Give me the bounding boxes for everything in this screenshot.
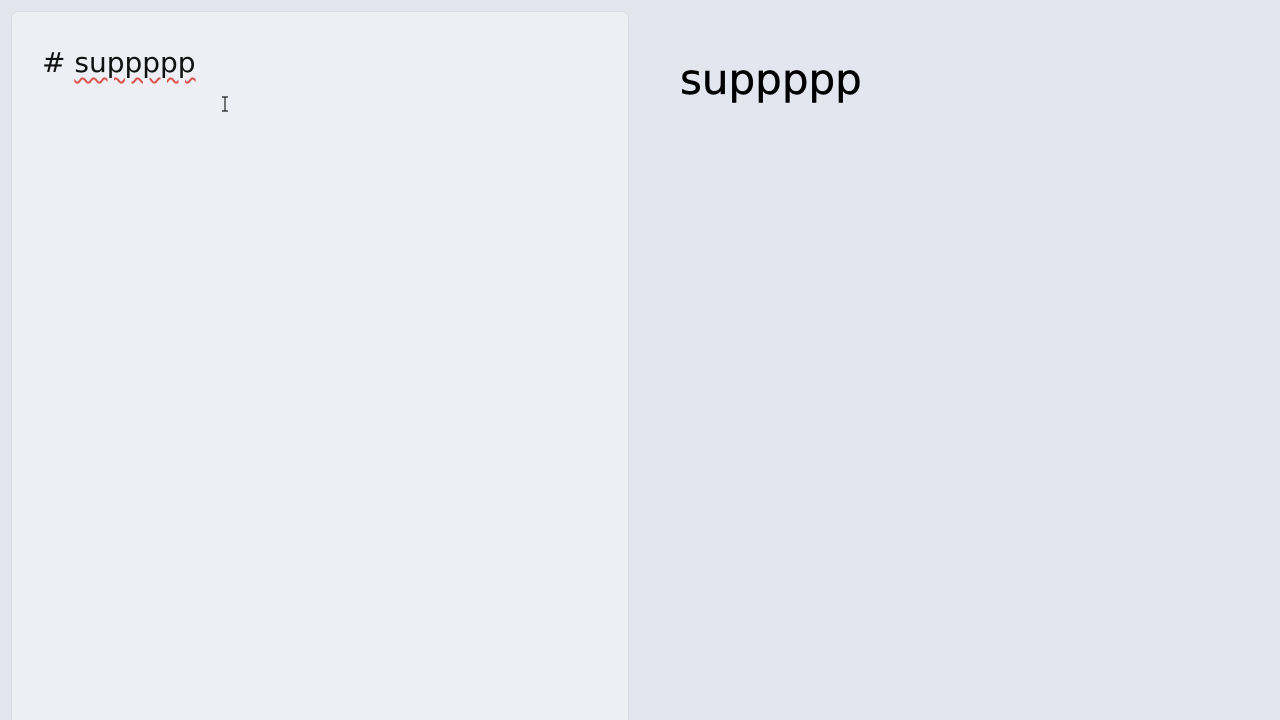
heading-source-text: suppppp [74, 46, 196, 79]
preview-heading: suppppp [680, 55, 862, 104]
markdown-editor-app: # suppppp suppppp [0, 0, 1280, 720]
markdown-input[interactable]: # suppppp [12, 12, 628, 720]
heading-marker: # [42, 46, 66, 79]
markdown-heading-line[interactable]: # suppppp [42, 46, 598, 80]
markdown-preview-pane: suppppp [630, 0, 1280, 720]
markdown-editor-pane[interactable]: # suppppp [12, 12, 628, 720]
